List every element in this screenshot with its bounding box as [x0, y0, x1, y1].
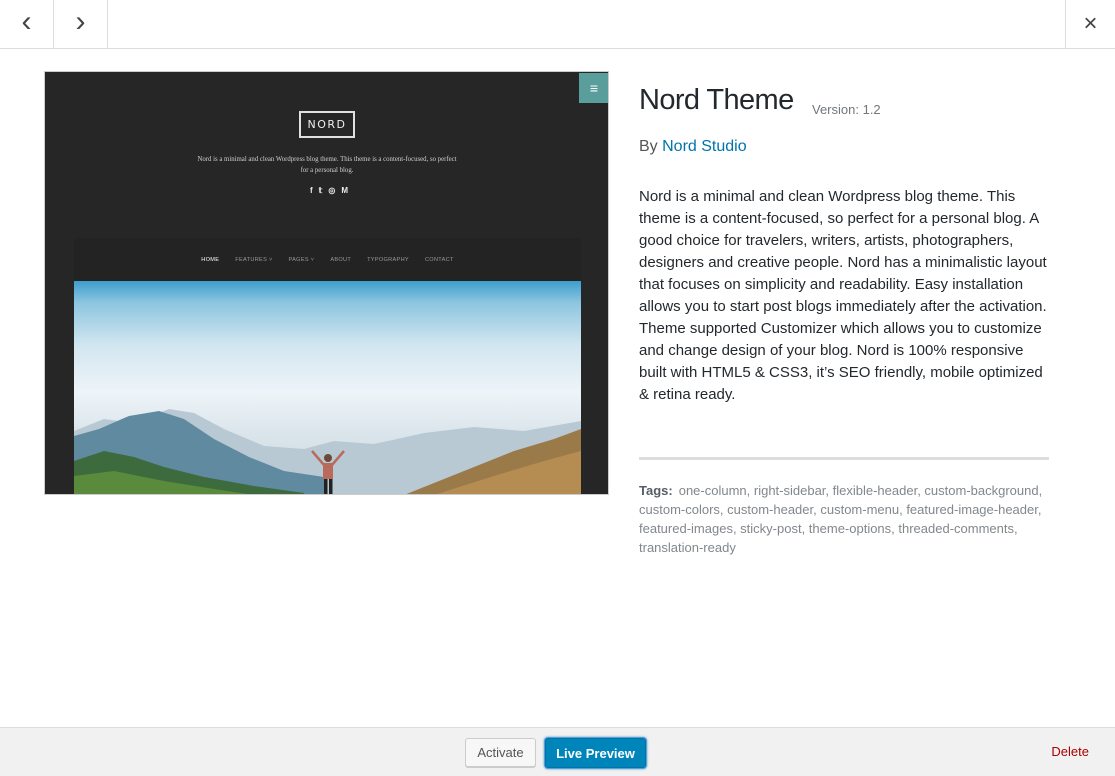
- previous-theme-button[interactable]: ‹: [0, 0, 54, 48]
- divider: [639, 457, 1049, 460]
- theme-name: Nord Theme: [639, 84, 794, 116]
- preview-menu-item: CONTACT: [424, 256, 454, 263]
- medium-icon: M: [341, 186, 349, 195]
- tags-list: one-column, right-sidebar, flexible-head…: [639, 483, 1043, 555]
- preview-menu-item: FEATURES ˅: [235, 256, 273, 263]
- preview-logo: NORD: [299, 111, 355, 138]
- chevron-right-icon: ›: [75, 5, 86, 38]
- preview-menu-item: HOME: [201, 256, 220, 263]
- theme-screenshot: ≡ NORD Nord is a minimal and clean Wordp…: [44, 71, 609, 495]
- theme-description: Nord is a minimal and clean Wordpress bl…: [639, 188, 1047, 403]
- menu-toggle-icon: ≡: [579, 73, 608, 103]
- close-button[interactable]: ×: [1065, 0, 1115, 48]
- preview-hero-image: [74, 281, 581, 494]
- author-link[interactable]: Nord Studio: [662, 138, 747, 155]
- preview-site-card: HOME FEATURES ˅ PAGES ˅ ABOUT TYPOGRAPHY…: [74, 238, 581, 494]
- next-theme-button[interactable]: ›: [54, 0, 108, 48]
- theme-actions-footer: Activate Live Preview Delete: [0, 727, 1115, 776]
- delete-link[interactable]: Delete: [1051, 744, 1089, 759]
- theme-author: By Nord Studio: [639, 138, 747, 156]
- preview-menu-item: TYPOGRAPHY: [367, 256, 409, 263]
- top-navigation-bar: ‹ › ×: [0, 0, 1115, 49]
- facebook-icon: f: [309, 186, 313, 195]
- tags-label: Tags:: [639, 483, 673, 498]
- theme-version: Version: 1.2: [812, 102, 881, 117]
- live-preview-button[interactable]: Live Preview: [545, 738, 646, 768]
- screenshot-image: ≡ NORD Nord is a minimal and clean Wordp…: [46, 73, 608, 494]
- preview-social-icons: f 𝕥 ◎ M: [301, 186, 357, 195]
- chevron-left-icon: ‹: [21, 5, 32, 38]
- preview-menu: HOME FEATURES ˅ PAGES ˅ ABOUT TYPOGRAPHY…: [74, 238, 581, 281]
- author-prefix: By: [639, 138, 658, 155]
- twitter-icon: 𝕥: [318, 186, 323, 195]
- activate-button[interactable]: Activate: [465, 738, 536, 767]
- close-icon: ×: [1083, 10, 1098, 37]
- preview-menu-item: ABOUT: [330, 256, 352, 263]
- preview-tagline: Nord is a minimal and clean Wordpress bl…: [197, 156, 457, 174]
- preview-menu-item: PAGES ˅: [288, 256, 315, 263]
- mountain-landscape-image: [74, 409, 581, 494]
- theme-tags: Tags: one-column, right-sidebar, flexible…: [639, 481, 1049, 557]
- instagram-icon: ◎: [328, 186, 336, 195]
